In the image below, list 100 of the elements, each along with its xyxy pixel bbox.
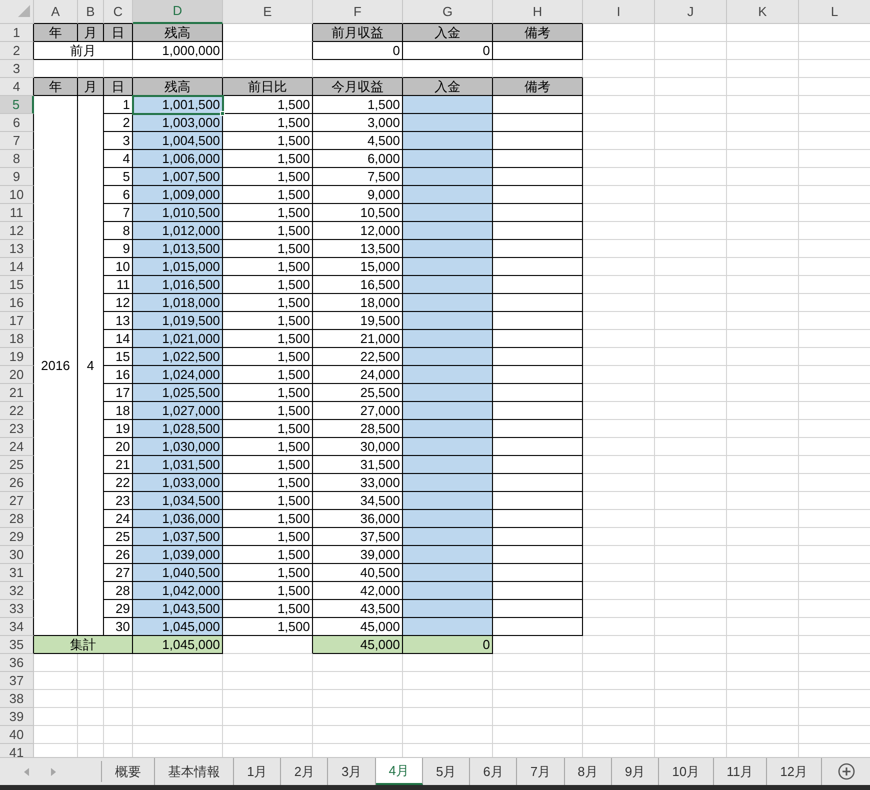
row-header[interactable]: 19 (0, 348, 34, 366)
fill-handle[interactable] (220, 111, 225, 116)
row-header[interactable]: 38 (0, 690, 34, 708)
table-cell: 1,015,000 (133, 258, 223, 276)
table-cell: 21,000 (313, 330, 403, 348)
table-cell: 1,500 (223, 132, 313, 150)
row-header[interactable]: 7 (0, 132, 34, 150)
column-header[interactable]: B (78, 0, 104, 24)
row-header[interactable]: 27 (0, 492, 34, 510)
row-header[interactable]: 18 (0, 330, 34, 348)
row-header[interactable]: 23 (0, 420, 34, 438)
table-cell: 1,500 (223, 186, 313, 204)
row-header[interactable]: 8 (0, 150, 34, 168)
row-header[interactable]: 26 (0, 474, 34, 492)
row-header[interactable]: 13 (0, 240, 34, 258)
column-header[interactable]: D (133, 0, 223, 24)
row-header[interactable]: 9 (0, 168, 34, 186)
sheet-tab[interactable]: 4月 (376, 758, 423, 785)
table-cell: 1,500 (223, 456, 313, 474)
table-cell: 1,500 (223, 114, 313, 132)
row-header[interactable]: 36 (0, 654, 34, 672)
column-header[interactable]: G (403, 0, 493, 24)
scroll-right-icon[interactable] (50, 768, 56, 776)
row-header[interactable]: 25 (0, 456, 34, 474)
table-cell: 1,500 (223, 348, 313, 366)
table-cell: 1,500 (223, 330, 313, 348)
row-header[interactable]: 20 (0, 366, 34, 384)
row-header[interactable]: 3 (0, 60, 34, 78)
column-header[interactable]: J (655, 0, 727, 24)
table-cell: 15,000 (313, 258, 403, 276)
row-header[interactable]: 21 (0, 384, 34, 402)
table-cell: 2016 (34, 96, 78, 636)
column-header[interactable]: L (799, 0, 870, 24)
column-header[interactable]: F (313, 0, 403, 24)
table-cell: 1,500 (223, 528, 313, 546)
row-header[interactable]: 17 (0, 312, 34, 330)
column-header[interactable]: A (34, 0, 78, 24)
row-header[interactable]: 15 (0, 276, 34, 294)
table-cell: 20 (104, 438, 133, 456)
table-cell: 7 (104, 204, 133, 222)
table-cell: 1,018,000 (133, 294, 223, 312)
table-cell: 4 (104, 150, 133, 168)
row-header[interactable]: 31 (0, 564, 34, 582)
scroll-left-icon[interactable] (24, 768, 30, 776)
table-cell: 0 (403, 636, 493, 654)
row-header[interactable]: 16 (0, 294, 34, 312)
row-header[interactable]: 29 (0, 528, 34, 546)
table-cell: 1,500 (223, 564, 313, 582)
table-cell: 1,500 (223, 600, 313, 618)
row-header[interactable]: 37 (0, 672, 34, 690)
table-cell: 4,500 (313, 132, 403, 150)
table-cell: 1,003,000 (133, 114, 223, 132)
row-header[interactable]: 35 (0, 636, 34, 654)
table-cell: 1,030,000 (133, 438, 223, 456)
table-cell: 1,039,000 (133, 546, 223, 564)
table-cell: 1,500 (223, 168, 313, 186)
table-cell: 1,024,000 (133, 366, 223, 384)
row-header[interactable]: 5 (0, 96, 34, 114)
table-cell: 24,000 (313, 366, 403, 384)
row-header[interactable]: 34 (0, 618, 34, 636)
row-header[interactable]: 40 (0, 726, 34, 744)
row-header[interactable]: 24 (0, 438, 34, 456)
column-header[interactable]: E (223, 0, 313, 24)
row-header[interactable]: 11 (0, 204, 34, 222)
table-cell: 1,500 (223, 546, 313, 564)
table-cell: 12,000 (313, 222, 403, 240)
row-header[interactable]: 6 (0, 114, 34, 132)
row-header[interactable]: 2 (0, 42, 34, 60)
row-header[interactable]: 33 (0, 600, 34, 618)
column-header[interactable]: C (104, 0, 133, 24)
row-header[interactable]: 39 (0, 708, 34, 726)
row-header[interactable]: 10 (0, 186, 34, 204)
row-header[interactable]: 22 (0, 402, 34, 420)
table-cell: 1 (104, 96, 133, 114)
table-cell: 26 (104, 546, 133, 564)
column-header[interactable]: K (727, 0, 799, 24)
row-header[interactable]: 14 (0, 258, 34, 276)
table-cell: 42,000 (313, 582, 403, 600)
row-header[interactable]: 4 (0, 78, 34, 96)
row-header[interactable]: 30 (0, 546, 34, 564)
table-cell: 0 (313, 42, 403, 60)
header-cell: 年 (34, 24, 78, 42)
row-header[interactable]: 32 (0, 582, 34, 600)
header-cell: 日 (104, 78, 133, 96)
add-sheet-icon[interactable] (838, 763, 855, 780)
row-header[interactable]: 41 (0, 744, 34, 757)
table-cell: 0 (403, 42, 493, 60)
table-cell: 18,000 (313, 294, 403, 312)
table-cell: 集計 (34, 636, 133, 654)
table-cell: 13,500 (313, 240, 403, 258)
header-cell: 前日比 (223, 78, 313, 96)
table-cell: 13 (104, 312, 133, 330)
select-all-icon[interactable] (18, 5, 30, 18)
row-header[interactable]: 12 (0, 222, 34, 240)
table-cell: 1,042,000 (133, 582, 223, 600)
column-header[interactable]: I (583, 0, 655, 24)
header-cell: 入金 (403, 24, 493, 42)
row-header[interactable]: 28 (0, 510, 34, 528)
row-header[interactable]: 1 (0, 24, 34, 42)
column-header[interactable]: H (493, 0, 583, 24)
